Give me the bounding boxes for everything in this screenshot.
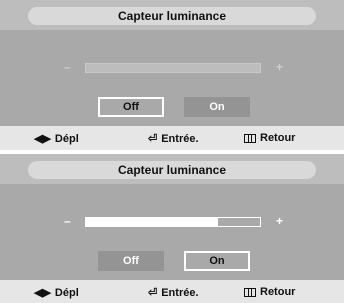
panel-content: – + Off On xyxy=(0,184,344,280)
footer-enter-label: Entrée. xyxy=(161,286,199,299)
footer-enter: ⏎ Entrée. xyxy=(148,132,199,146)
enter-icon: ⏎ xyxy=(148,287,158,299)
on-button[interactable]: On xyxy=(184,251,250,271)
left-right-arrows-icon: ◀▶ xyxy=(34,133,51,145)
footer-move-label: Dépl xyxy=(54,132,79,145)
footer-return-label: Retour xyxy=(260,132,296,144)
footer-return: Retour xyxy=(244,286,295,298)
off-button[interactable]: Off xyxy=(98,97,164,117)
luminance-slider[interactable] xyxy=(85,217,261,227)
left-right-arrows-icon: ◀▶ xyxy=(34,287,51,299)
footer-move: ◀▶ Dépl xyxy=(34,286,79,300)
footer-bar: ◀▶ Dépl ⏎ Entrée. Retour xyxy=(0,126,344,150)
footer-move: ◀▶ Dépl xyxy=(34,132,79,146)
osd-panel-bottom: Capteur luminance – + Off On ◀▶ Dépl ⏎ E… xyxy=(0,154,344,303)
panel-content: – + Off On xyxy=(0,30,344,126)
footer-return: Retour xyxy=(244,132,295,144)
footer-enter: ⏎ Entrée. xyxy=(148,286,199,300)
on-button[interactable]: On xyxy=(184,97,250,117)
decrease-indicator: – xyxy=(64,214,71,228)
off-button[interactable]: Off xyxy=(98,251,164,271)
increase-indicator: + xyxy=(276,60,284,74)
slider-fill xyxy=(86,218,219,226)
increase-indicator: + xyxy=(276,214,284,228)
decrease-indicator: – xyxy=(64,60,71,74)
menu-return-icon xyxy=(244,133,256,143)
footer-bar: ◀▶ Dépl ⏎ Entrée. Retour xyxy=(0,280,344,303)
osd-panel-top: Capteur luminance – + Off On ◀▶ Dépl ⏎ E… xyxy=(0,0,344,150)
footer-enter-label: Entrée. xyxy=(161,132,199,145)
panel-title: Capteur luminance xyxy=(28,7,316,25)
menu-return-icon xyxy=(244,287,256,297)
footer-move-label: Dépl xyxy=(54,286,79,299)
enter-icon: ⏎ xyxy=(148,133,158,145)
panel-title: Capteur luminance xyxy=(28,161,316,179)
footer-return-label: Retour xyxy=(260,286,296,298)
luminance-slider[interactable] xyxy=(85,63,261,73)
